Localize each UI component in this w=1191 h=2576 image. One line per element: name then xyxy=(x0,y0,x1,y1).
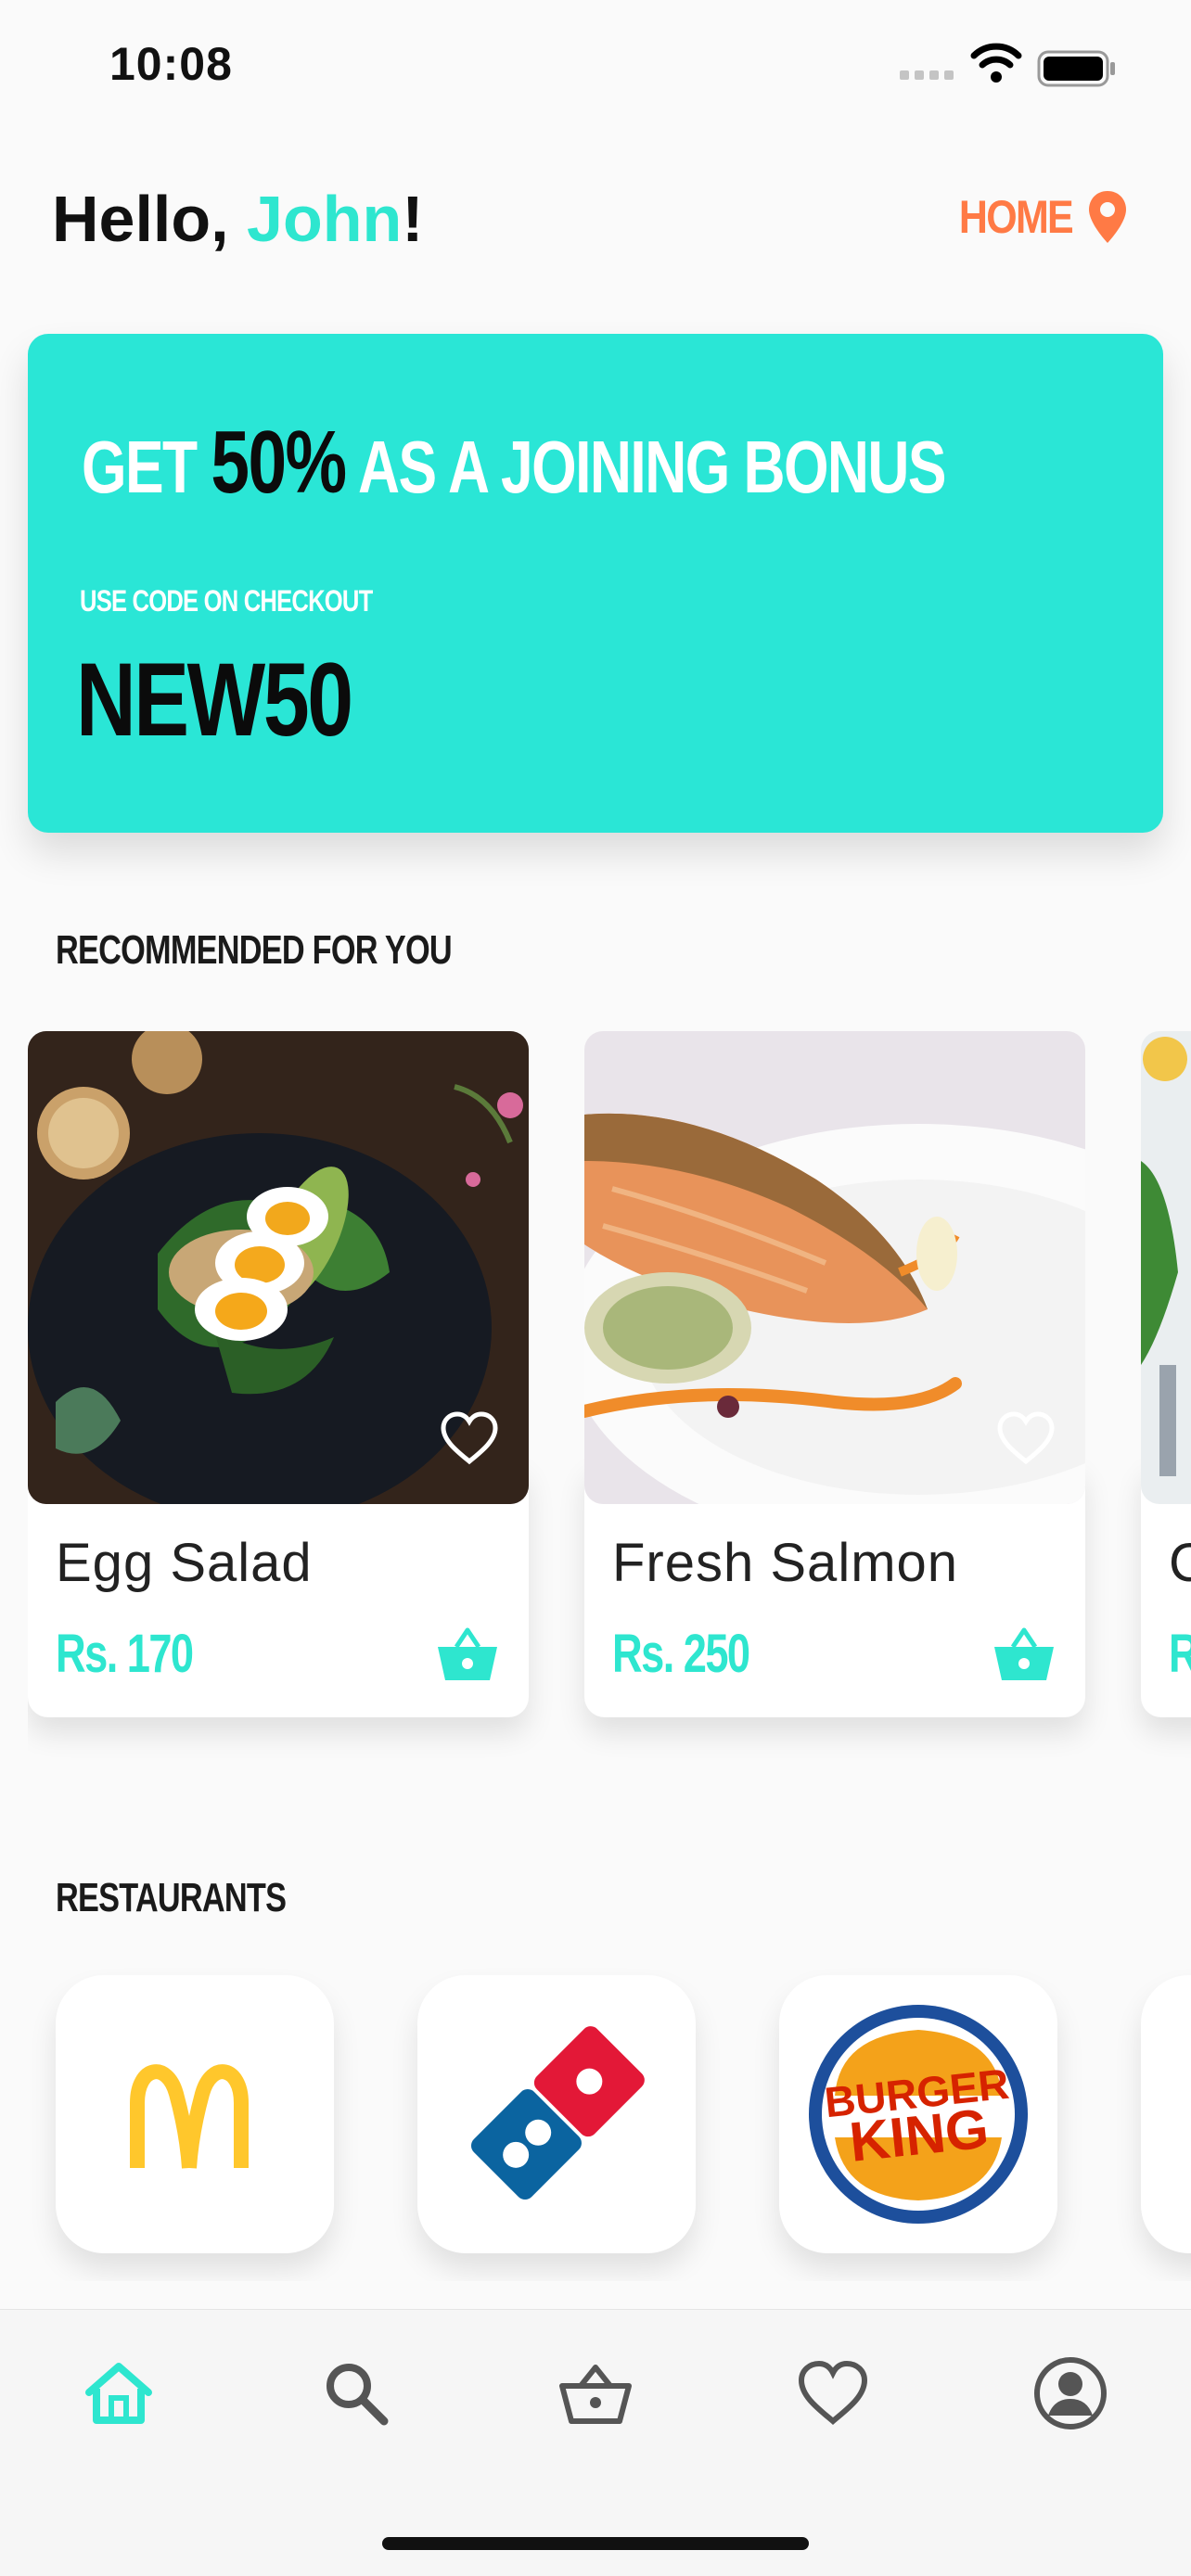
user-name: John xyxy=(247,183,403,255)
promo-banner[interactable]: GET 50% AS A JOINING BONUS USE CODE ON C… xyxy=(28,334,1163,833)
wifi-icon xyxy=(970,43,1022,83)
dominos-logo xyxy=(470,2026,645,2200)
promo-subtitle: USE CODE ON CHECKOUT xyxy=(80,584,373,618)
greeting-title: Hello, John! xyxy=(52,182,424,256)
food-price: Rs. 250 xyxy=(612,1624,750,1684)
status-time: 10:08 xyxy=(109,38,233,90)
promo-percent: 50% xyxy=(211,413,347,512)
food-card[interactable]: C R xyxy=(1141,1031,1191,1754)
greeting-text: Hello, xyxy=(52,183,248,255)
favorite-heart-icon[interactable] xyxy=(996,1411,1056,1465)
restaurants-title: RESTAURANTS xyxy=(56,1875,287,1920)
restaurants-carousel[interactable]: BURGER KING xyxy=(0,1966,1191,2281)
promo-headline: GET 50% AS A JOINING BONUS xyxy=(82,412,947,514)
food-price: Rs. 170 xyxy=(56,1624,194,1684)
home-icon xyxy=(85,2363,152,2424)
food-card[interactable]: Egg Salad Rs. 170 xyxy=(28,1031,529,1754)
location-selector[interactable]: HOME xyxy=(941,189,1128,245)
restaurant-card-mcdonalds[interactable] xyxy=(56,1975,334,2253)
location-pin-icon xyxy=(1089,191,1126,243)
recommended-title: RECOMMENDED FOR YOU xyxy=(56,927,453,973)
food-image-partial[interactable] xyxy=(1141,1031,1191,1504)
home-indicator xyxy=(382,2537,809,2550)
tab-profile[interactable] xyxy=(1024,2347,1117,2440)
heart-icon xyxy=(798,2360,868,2425)
tab-favorites[interactable] xyxy=(787,2347,879,2440)
bottom-tab-bar xyxy=(0,2309,1191,2576)
battery-icon xyxy=(1037,50,1115,87)
promo-headline-pre: GET xyxy=(82,426,211,508)
mcdonalds-logo xyxy=(130,2064,249,2169)
food-name: Egg Salad xyxy=(56,1533,313,1593)
add-to-basket-icon[interactable] xyxy=(434,1625,501,1684)
tab-home[interactable] xyxy=(72,2347,165,2440)
location-label: HOME xyxy=(958,191,1074,243)
profile-icon xyxy=(1034,2357,1107,2429)
recommended-carousel[interactable]: Egg Salad Rs. 170 Fresh Salmon Rs. 250 C xyxy=(28,1031,1191,1764)
food-name: C xyxy=(1169,1533,1191,1593)
food-card[interactable]: Fresh Salmon Rs. 250 xyxy=(584,1031,1085,1754)
promo-code: NEW50 xyxy=(76,642,353,758)
restaurant-card-partial[interactable] xyxy=(1141,1975,1191,2253)
status-bar: 10:08 xyxy=(0,0,1191,139)
favorite-heart-icon[interactable] xyxy=(440,1411,499,1465)
restaurant-card-burger-king[interactable]: BURGER KING xyxy=(779,1975,1057,2253)
restaurant-card-dominos[interactable] xyxy=(417,1975,696,2253)
food-price: R xyxy=(1169,1623,1191,1685)
search-icon xyxy=(327,2364,389,2426)
greeting-exclaim: ! xyxy=(402,183,424,255)
tab-basket[interactable] xyxy=(549,2347,642,2440)
add-to-basket-icon[interactable] xyxy=(991,1625,1057,1684)
promo-headline-post: AS A JOINING BONUS xyxy=(345,426,947,508)
basket-icon xyxy=(559,2365,632,2424)
tab-search[interactable] xyxy=(310,2347,403,2440)
burger-king-logo: BURGER KING xyxy=(809,2005,1028,2224)
food-name: Fresh Salmon xyxy=(612,1533,959,1593)
cellular-signal-icon xyxy=(900,70,954,80)
